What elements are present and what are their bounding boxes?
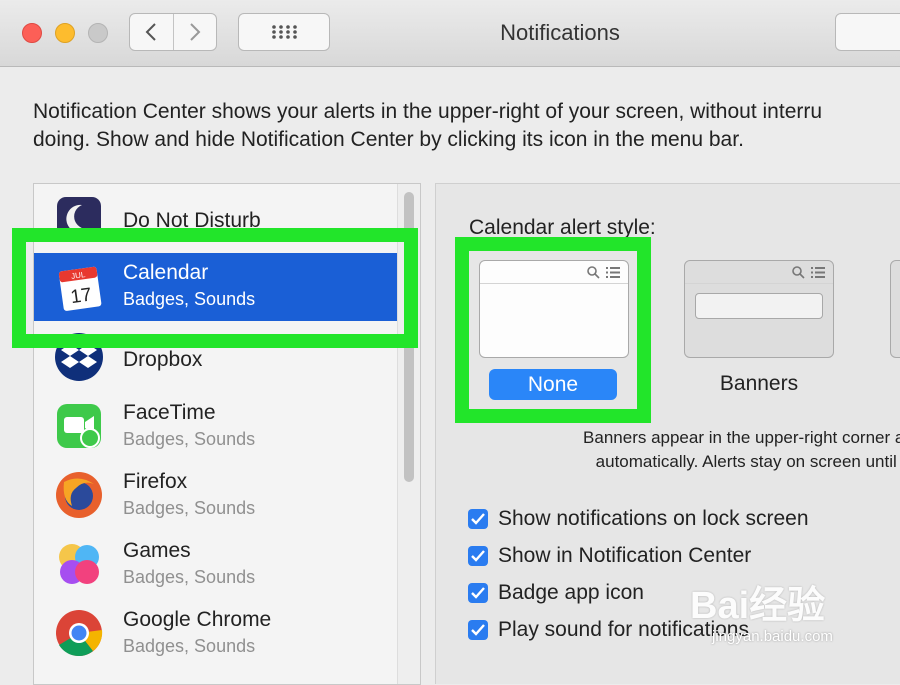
title-bar: Notifications <box>0 0 900 67</box>
app-name: Games <box>123 539 191 562</box>
checkbox-lock-screen[interactable]: Show notifications on lock screen <box>468 506 809 532</box>
app-subtitle: Badges, Sounds <box>123 636 256 656</box>
facetime-icon <box>54 401 104 451</box>
description-line-2: doing. Show and hide Notification Center… <box>33 128 744 151</box>
minimize-window-button[interactable] <box>55 23 75 43</box>
close-window-button[interactable] <box>22 23 42 43</box>
help-line-1: Banners appear in the upper-right corner… <box>583 428 900 447</box>
description-line-1: Notification Center shows your alerts in… <box>33 100 823 123</box>
forward-button[interactable] <box>172 14 217 50</box>
chevron-right-icon <box>190 23 201 41</box>
firefox-icon <box>54 470 104 520</box>
games-icon <box>54 539 104 589</box>
highlight-box-calendar <box>12 228 418 348</box>
help-line-2: automatically. Alerts stay on screen unt… <box>595 452 900 471</box>
checkmark-icon[interactable] <box>468 620 488 640</box>
checkbox-label: Show in Notification Center <box>498 544 752 567</box>
checkmark-icon[interactable] <box>468 583 488 603</box>
app-subtitle: Badges, Sounds <box>123 498 256 518</box>
list-item-google-chrome[interactable]: Google Chrome Badges, Sounds <box>34 598 399 666</box>
description-text: Notification Center shows your alerts in… <box>33 98 900 154</box>
alert-style-banners-label[interactable]: Banners <box>684 372 834 396</box>
window-title: Notifications <box>500 20 620 45</box>
list-icon <box>811 266 825 278</box>
alert-style-banners-preview[interactable] <box>684 260 834 358</box>
app-name: Firefox <box>123 470 188 493</box>
banner-preview <box>695 293 823 319</box>
list-item-firefox[interactable]: Firefox Badges, Sounds <box>34 460 399 528</box>
zoom-window-button[interactable] <box>88 23 108 43</box>
highlight-box-none <box>455 237 651 423</box>
watermark-text: Bai经验 <box>690 585 826 627</box>
nav-button-group <box>129 13 217 51</box>
grid-icon <box>272 25 297 39</box>
checkbox-badge-app-icon[interactable]: Badge app icon <box>468 580 644 606</box>
show-all-button[interactable] <box>238 13 330 51</box>
app-name: Dropbox <box>123 348 203 371</box>
checkbox-label: Badge app icon <box>498 581 644 604</box>
checkmark-icon[interactable] <box>468 509 488 529</box>
app-subtitle: Badges, Sounds <box>123 567 256 587</box>
back-button[interactable] <box>130 14 173 50</box>
checkbox-label: Show notifications on lock screen <box>498 507 809 530</box>
chrome-icon <box>54 608 104 658</box>
list-item-games[interactable]: Games Badges, Sounds <box>34 529 399 597</box>
search-icon <box>792 265 805 279</box>
app-name: Google Chrome <box>123 608 272 631</box>
preview-menubar <box>685 261 833 284</box>
watermark: Bai经验 jingyan.baidu.com <box>690 574 900 671</box>
app-name: FaceTime <box>123 401 216 424</box>
alert-style-alerts-preview[interactable] <box>890 260 900 358</box>
chevron-left-icon <box>145 23 156 41</box>
app-subtitle: Badges, Sounds <box>123 429 256 449</box>
search-field[interactable] <box>835 13 900 51</box>
list-item-facetime[interactable]: FaceTime Badges, Sounds <box>34 391 399 459</box>
checkbox-notification-center[interactable]: Show in Notification Center <box>468 543 751 569</box>
checkmark-icon[interactable] <box>468 546 488 566</box>
watermark-url: jingyan.baidu.com <box>712 628 833 645</box>
alert-style-help-text: Banners appear in the upper-right corner… <box>470 426 900 474</box>
